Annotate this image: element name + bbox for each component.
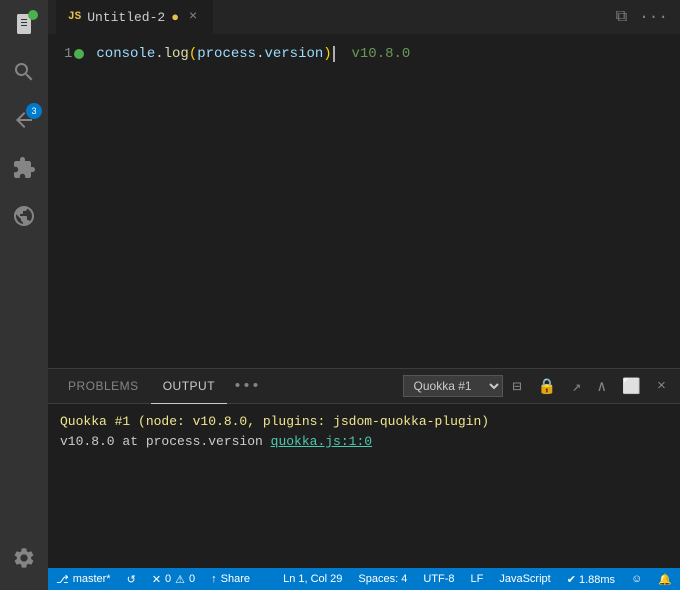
position-label: Ln 1, Col 29 [283,573,342,585]
close-panel-icon[interactable]: × [651,374,672,399]
code-line-1: console.log(process.version) v10.8.0 [96,43,672,65]
code-version: version [264,43,323,65]
title-bar: JS Untitled-2 ● × ⧉ ··· [48,0,680,35]
feedback-item[interactable]: ☺ [623,568,650,590]
output-tab[interactable]: OUTPUT [151,369,227,404]
encoding-item[interactable]: UTF-8 [415,568,462,590]
language-label: JavaScript [499,573,550,585]
collapse-up-icon[interactable]: ∧ [591,373,612,400]
errors-item[interactable]: ✕ 0 ⚠ 0 [144,568,203,590]
tab-label: Untitled-2 [87,10,165,25]
output-link[interactable]: quokka.js:1:0 [271,434,372,449]
spaces-item[interactable]: Spaces: 4 [350,568,415,590]
output-line-1: Quokka #1 (node: v10.8.0, plugins: jsdom… [60,412,668,432]
line-ending-item[interactable]: LF [463,568,492,590]
extensions-icon[interactable] [0,144,48,192]
sync-icon: ↺ [127,573,136,586]
warning-icon: ⚠ [175,573,185,586]
share-icon: ↑ [211,573,217,585]
bell-icon: 🔔 [658,573,672,586]
panel-actions: Quokka #1 ⊟ 🔒 ↗ ∧ ⬜ × [403,373,672,400]
panel-tabs: PROBLEMS OUTPUT ••• Quokka #1 ⊟ 🔒 ↗ ∧ ⬜ … [48,369,680,404]
panel-content: Quokka #1 (node: v10.8.0, plugins: jsdom… [48,404,680,568]
activity-bar-top: 3 [0,0,48,534]
quokka-result-item[interactable]: ✔ 1.88ms [559,568,623,590]
panel-more-icon[interactable]: ••• [227,374,266,399]
code-console: console [96,43,155,65]
code-dot2: . [256,43,264,65]
activity-bar-bottom [0,534,48,590]
panel-area: PROBLEMS OUTPUT ••• Quokka #1 ⊟ 🔒 ↗ ∧ ⬜ … [48,368,680,568]
error-icon: ✕ [152,573,161,586]
line-ending-label: LF [471,573,484,585]
source-control-badge: 3 [26,103,42,119]
main-area: JS Untitled-2 ● × ⧉ ··· 1 console.log(pr… [48,0,680,590]
status-bar: ⎇ master* ↺ ✕ 0 ⚠ 0 ↑ Share Ln 1, Col 29 [48,568,680,590]
editor-content: 1 console.log(process.version) v10.8.0 [48,35,680,368]
git-branch-label: master* [73,573,111,585]
search-icon[interactable] [0,48,48,96]
warning-count: 0 [189,573,195,585]
title-bar-actions: ⧉ ··· [612,4,672,30]
maximize-icon[interactable]: ⬜ [616,373,647,400]
output-source-dropdown[interactable]: Quokka #1 [403,375,503,397]
tab-dirty-indicator: ● [171,10,179,25]
settings-icon[interactable] [0,534,48,582]
code-paren-close: ) [323,43,331,65]
encoding-label: UTF-8 [423,573,454,585]
code-paren-open: ( [189,43,197,65]
status-bar-right: Ln 1, Col 29 Spaces: 4 UTF-8 LF JavaScri… [275,568,680,590]
more-actions-icon[interactable]: ··· [635,4,672,30]
activity-bar: 3 [0,0,48,590]
editor-area[interactable]: 1 console.log(process.version) v10.8.0 [48,35,680,368]
source-control-icon[interactable]: 3 [0,96,48,144]
editor-scrollbar[interactable] [670,35,680,368]
line-numbers: 1 [48,43,88,360]
clear-output-icon[interactable]: ⊟ [507,373,528,400]
feedback-icon: ☺ [631,573,642,585]
text-cursor [333,46,335,62]
output-text-prefix: v10.8.0 at process.version [60,434,271,449]
open-in-editor-icon[interactable]: ↗ [566,373,587,400]
status-bar-left: ⎇ master* ↺ ✕ 0 ⚠ 0 ↑ Share [48,568,258,590]
tab-close-button[interactable]: × [185,9,201,25]
code-log: log [164,43,189,65]
language-item[interactable]: JavaScript [491,568,558,590]
code-dot1: . [155,43,163,65]
explorer-active-badge [28,10,38,20]
explorer-icon[interactable] [0,0,48,48]
git-branch-item[interactable]: ⎇ master* [48,568,119,590]
editor-tab[interactable]: JS Untitled-2 ● × [56,0,214,35]
share-item[interactable]: ↑ Share [203,568,258,590]
output-line-2: v10.8.0 at process.version quokka.js:1:0 [60,432,668,452]
code-result: v10.8.0 [352,43,411,65]
lock-scroll-icon[interactable]: 🔒 [532,373,563,400]
spaces-label: Spaces: 4 [358,573,407,585]
code-content[interactable]: console.log(process.version) v10.8.0 [88,43,680,360]
remote-icon[interactable] [0,192,48,240]
problems-tab[interactable]: PROBLEMS [56,369,151,404]
error-count: 0 [165,573,171,585]
quokka-result-label: ✔ 1.88ms [567,573,615,586]
git-icon: ⎇ [56,573,69,586]
tab-js-icon: JS [68,11,81,23]
sync-item[interactable]: ↺ [119,568,144,590]
code-process: process [197,43,256,65]
share-label: Share [221,573,250,585]
notifications-item[interactable]: 🔔 [650,568,680,590]
position-item[interactable]: Ln 1, Col 29 [275,568,350,590]
split-editor-icon[interactable]: ⧉ [612,4,631,30]
